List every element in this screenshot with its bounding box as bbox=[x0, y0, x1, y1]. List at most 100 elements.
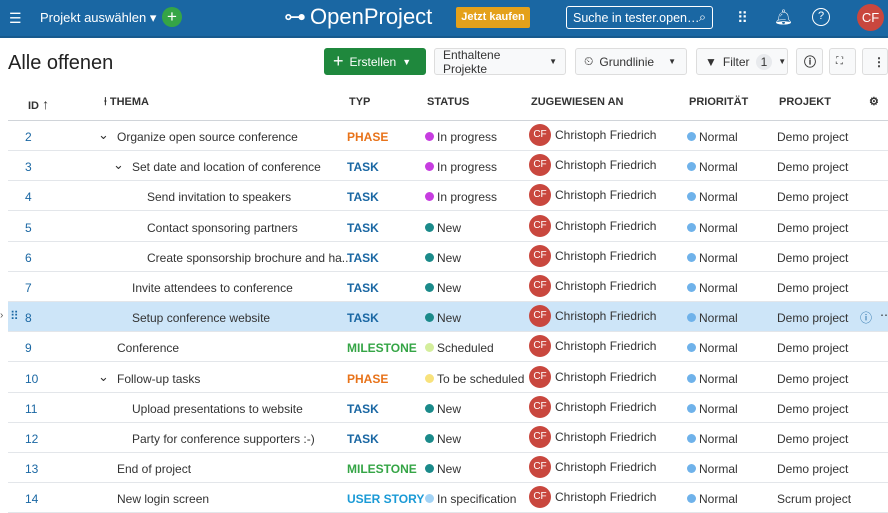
wp-assignee[interactable]: Christoph Friedrich bbox=[555, 400, 656, 414]
wp-id-link[interactable]: 10 bbox=[25, 372, 38, 386]
wp-assignee[interactable]: Christoph Friedrich bbox=[555, 158, 656, 172]
filter-button[interactable]: ▼ Filter 1 ▼ bbox=[696, 48, 788, 75]
wp-priority[interactable]: Normal bbox=[699, 402, 738, 416]
table-row[interactable]: 10 ⌄ Follow-up tasks PHASE To be scheduled CF… bbox=[8, 363, 888, 393]
wp-assignee[interactable]: Christoph Friedrich bbox=[555, 370, 656, 384]
wp-id-link[interactable]: 8 bbox=[25, 311, 32, 325]
chevron-down-icon[interactable]: ⌄ bbox=[98, 127, 109, 143]
column-settings-icon[interactable]: ⚙ bbox=[869, 95, 879, 108]
col-priority[interactable]: PRIORITÄT bbox=[689, 96, 748, 108]
wp-status[interactable]: New bbox=[437, 402, 461, 416]
drag-handle-icon[interactable]: ⠿ bbox=[10, 309, 19, 323]
wp-status[interactable]: In progress bbox=[437, 130, 497, 144]
wp-status[interactable]: New bbox=[437, 311, 461, 325]
col-id[interactable]: ID ↑ bbox=[28, 96, 49, 112]
wp-priority[interactable]: Normal bbox=[699, 432, 738, 446]
wp-project[interactable]: Demo project bbox=[777, 130, 848, 144]
wp-project[interactable]: Demo project bbox=[777, 311, 848, 325]
wp-priority[interactable]: Normal bbox=[699, 251, 738, 265]
col-type[interactable]: TYP bbox=[349, 96, 370, 108]
wp-status[interactable]: In progress bbox=[437, 190, 497, 204]
wp-project[interactable]: Demo project bbox=[777, 160, 848, 174]
table-row[interactable]: 5 Contact sponsoring partners TASK New CF Chr… bbox=[8, 212, 888, 242]
wp-id-link[interactable]: 11 bbox=[25, 402, 37, 416]
logo[interactable]: ⊶ OpenProject bbox=[284, 4, 432, 30]
wp-status[interactable]: New bbox=[437, 462, 461, 476]
wp-assignee[interactable]: Christoph Friedrich bbox=[555, 309, 656, 323]
wp-priority[interactable]: Normal bbox=[699, 462, 738, 476]
wp-subject[interactable]: Set date and location of conference bbox=[132, 160, 321, 174]
table-row[interactable]: 4 Send invitation to speakers TASK In progr… bbox=[8, 181, 888, 212]
wp-id-link[interactable]: 9 bbox=[25, 341, 32, 355]
wp-subject[interactable]: New login screen bbox=[117, 492, 209, 506]
wp-status[interactable]: In specification bbox=[437, 492, 516, 506]
wp-id-link[interactable]: 4 bbox=[25, 190, 32, 204]
wp-status[interactable]: New bbox=[437, 221, 461, 235]
wp-id-link[interactable]: 6 bbox=[25, 251, 32, 265]
buy-button[interactable]: Jetzt kaufen bbox=[456, 7, 530, 28]
wp-subject[interactable]: Conference bbox=[117, 341, 179, 355]
wp-assignee[interactable]: Christoph Friedrich bbox=[555, 460, 656, 474]
table-row[interactable]: 13 End of project MILESTONE New CF Christoph … bbox=[8, 453, 888, 484]
user-avatar[interactable]: CF bbox=[857, 4, 884, 31]
wp-priority[interactable]: Normal bbox=[699, 341, 738, 355]
col-project[interactable]: PROJEKT bbox=[779, 96, 831, 108]
row-menu-icon[interactable]: ⋯ bbox=[880, 308, 888, 322]
fullscreen-button[interactable]: ⛶ bbox=[829, 48, 856, 75]
col-assignee[interactable]: ZUGEWIESEN AN bbox=[531, 96, 624, 108]
wp-priority[interactable]: Normal bbox=[699, 130, 738, 144]
wp-status[interactable]: New bbox=[437, 432, 461, 446]
wp-project[interactable]: Demo project bbox=[777, 251, 848, 265]
wp-project[interactable]: Demo project bbox=[777, 281, 848, 295]
create-button[interactable]: + Erstellen ▼ bbox=[324, 48, 426, 75]
wp-subject[interactable]: Contact sponsoring partners bbox=[147, 221, 298, 235]
wp-project[interactable]: Demo project bbox=[777, 462, 848, 476]
wp-project[interactable]: Demo project bbox=[777, 372, 848, 386]
wp-status[interactable]: In progress bbox=[437, 160, 497, 174]
table-row[interactable]: › ⠿ 8 Setup conference website TASK New CF Chri… bbox=[0, 302, 888, 333]
included-projects-button[interactable]: Enthaltene Projekte ▼ bbox=[434, 48, 566, 76]
wp-assignee[interactable]: Christoph Friedrich bbox=[555, 339, 656, 353]
project-select[interactable]: Projekt auswählen ▾ bbox=[40, 10, 156, 26]
wp-assignee[interactable]: Christoph Friedrich bbox=[555, 430, 656, 444]
col-subject[interactable]: ⍿ THEMA bbox=[104, 96, 149, 109]
wp-assignee[interactable]: Christoph Friedrich bbox=[555, 249, 656, 263]
wp-status[interactable]: New bbox=[437, 251, 461, 265]
wp-id-link[interactable]: 2 bbox=[25, 130, 32, 144]
wp-status[interactable]: New bbox=[437, 281, 461, 295]
wp-assignee[interactable]: Christoph Friedrich bbox=[555, 188, 656, 202]
wp-status[interactable]: Scheduled bbox=[437, 341, 494, 355]
info-icon[interactable]: ⓘ bbox=[860, 309, 872, 326]
wp-priority[interactable]: Normal bbox=[699, 160, 738, 174]
wp-project[interactable]: Demo project bbox=[777, 190, 848, 204]
wp-project[interactable]: Demo project bbox=[777, 221, 848, 235]
wp-subject[interactable]: Setup conference website bbox=[132, 311, 270, 325]
wp-assignee[interactable]: Christoph Friedrich bbox=[555, 490, 656, 504]
menu-icon[interactable]: ☰ bbox=[9, 10, 22, 27]
wp-id-link[interactable]: 5 bbox=[25, 221, 32, 235]
table-row[interactable]: 11 Upload presentations to website TASK New… bbox=[8, 393, 888, 423]
table-row[interactable]: 14 New login screen USER STORY In specifica… bbox=[8, 483, 888, 513]
bell-icon[interactable]: 🔔︎ bbox=[774, 8, 793, 26]
help-icon[interactable]: ? bbox=[812, 8, 830, 26]
wp-subject[interactable]: Party for conference supporters :-) bbox=[132, 432, 315, 446]
search-input[interactable]: Suche in tester.open… ⌕ bbox=[566, 6, 713, 29]
wp-assignee[interactable]: Christoph Friedrich bbox=[555, 279, 656, 293]
wp-project[interactable]: Demo project bbox=[777, 341, 848, 355]
chevron-down-icon[interactable]: ⌄ bbox=[98, 369, 109, 385]
details-button[interactable]: ⓘ bbox=[796, 48, 823, 75]
wp-subject[interactable]: Invite attendees to conference bbox=[132, 281, 293, 295]
wp-priority[interactable]: Normal bbox=[699, 492, 738, 506]
wp-id-link[interactable]: 3 bbox=[25, 160, 32, 174]
wp-id-link[interactable]: 7 bbox=[25, 281, 32, 295]
more-button[interactable]: ⋮ bbox=[862, 48, 888, 75]
table-row[interactable]: 6 Create sponsorship brochure and ha... TA… bbox=[8, 242, 888, 272]
wp-project[interactable]: Scrum project bbox=[777, 492, 851, 506]
wp-priority[interactable]: Normal bbox=[699, 281, 738, 295]
wp-id-link[interactable]: 14 bbox=[25, 492, 38, 506]
wp-assignee[interactable]: Christoph Friedrich bbox=[555, 128, 656, 142]
wp-id-link[interactable]: 13 bbox=[25, 462, 38, 476]
wp-subject[interactable]: Send invitation to speakers bbox=[147, 190, 291, 204]
wp-project[interactable]: Demo project bbox=[777, 432, 848, 446]
wp-subject[interactable]: Upload presentations to website bbox=[132, 402, 303, 416]
